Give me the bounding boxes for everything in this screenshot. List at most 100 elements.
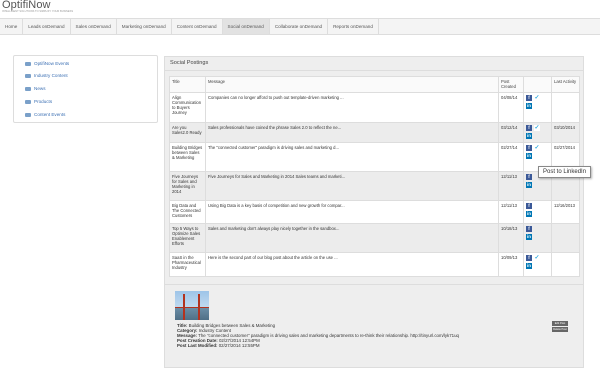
detail-modified-value: 02/27/2014 12:55PM	[218, 343, 260, 348]
sidebar-item-label: Products	[34, 99, 53, 104]
sidebar-item-industry-content[interactable]: Industry Content	[25, 73, 68, 78]
social-postings-panel: Social Postings Title Message Post Creat…	[164, 56, 584, 314]
row-last-activity	[551, 223, 580, 253]
row-message: Sales professionals have coined the phra…	[205, 122, 499, 143]
facebook-icon[interactable]: f	[526, 203, 532, 209]
twitter-icon[interactable]: ✓	[534, 145, 540, 151]
sidebar-item-label: Industry Content	[34, 73, 68, 78]
divider	[165, 70, 583, 71]
linkedin-icon[interactable]: in	[526, 211, 532, 217]
nav-item-marketing-ondemand[interactable]: Marketing onDemand	[117, 19, 172, 34]
row-social-actions: f ✓ in	[523, 122, 552, 143]
col-header-post-created[interactable]: Post Created	[498, 76, 524, 93]
linkedin-icon[interactable]: in	[526, 182, 532, 188]
row-social-actions: f ✓ in	[523, 252, 552, 277]
table-row[interactable]: SaaS in the Pharmaceutical Industry Here …	[169, 252, 580, 277]
row-post-created: 12/11/13	[498, 171, 524, 201]
post-thumbnail	[175, 291, 209, 320]
nav-item-home[interactable]: Home	[0, 19, 24, 34]
facebook-icon[interactable]: f	[526, 226, 532, 232]
row-message: Companies can no longer afford to push o…	[205, 92, 499, 123]
facebook-icon[interactable]: f	[526, 125, 532, 131]
folder-icon	[25, 99, 31, 104]
twitter-icon[interactable]: ✓	[534, 125, 540, 131]
nav-item-leads-ondemand[interactable]: Leads onDemand	[23, 19, 71, 34]
delete-post-button[interactable]: Delete Post	[552, 327, 568, 332]
folder-icon	[25, 61, 31, 66]
row-title: Are you Sales2.0 Ready	[169, 122, 206, 143]
row-last-activity	[551, 92, 580, 123]
row-message: Here is the second part of our blog post…	[205, 252, 499, 277]
table-header-row: Title Message Post Created Last Activity	[169, 76, 580, 93]
row-social-actions: f ✓ in	[523, 92, 552, 123]
col-header-last-activity[interactable]: Last Activity	[551, 76, 580, 93]
col-header-title[interactable]: Title	[169, 76, 206, 93]
table-row[interactable]: Five Journeys for Sales and Marketing in…	[169, 171, 580, 201]
linkedin-icon[interactable]: in	[526, 263, 532, 269]
linkedin-icon[interactable]: in	[526, 234, 532, 240]
sidebar-item-products[interactable]: Products	[25, 99, 52, 104]
row-message: Sales and marketing don't always play ni…	[205, 223, 499, 253]
sidebar-item-optifinow-events[interactable]: OptifiNow Events	[25, 61, 69, 66]
facebook-icon[interactable]: f	[526, 174, 532, 180]
row-post-created: 10/09/13	[498, 252, 524, 277]
row-last-activity: 12/16/2013	[551, 200, 580, 224]
row-title: Five Journeys for Sales and Marketing in…	[169, 171, 206, 201]
nav-item-sales-ondemand[interactable]: Sales onDemand	[71, 19, 117, 34]
table-row[interactable]: Top 5 Ways to Optimize Sales Enablement …	[169, 223, 580, 253]
sidebar-item-label: OptifiNow Events	[34, 61, 70, 66]
folder-icon	[25, 86, 31, 91]
row-social-actions: f in	[523, 200, 552, 224]
row-message: The "connected customer" paradigm is dri…	[205, 142, 499, 172]
row-post-created: 02/27/14	[498, 142, 524, 172]
linkedin-icon[interactable]: in	[526, 153, 532, 159]
table-row[interactable]: Big Data and The Connected Customers Usin…	[169, 200, 580, 224]
row-last-activity: 03/10/2014	[551, 122, 580, 143]
nav-item-reports-ondemand[interactable]: Reports onDemand	[328, 19, 379, 34]
row-post-created: 04/08/14	[498, 92, 524, 123]
brand-logo[interactable]: OptifiNow INTELLIGENT SOLUTIONS TO SIMPL…	[2, 0, 73, 16]
main-nav: Home Leads onDemand Sales onDemand Marketin…	[0, 18, 600, 35]
table-row[interactable]: Are you Sales2.0 Ready Sales professional…	[169, 122, 580, 143]
row-post-created: 03/12/14	[498, 122, 524, 143]
col-header-message[interactable]: Message	[205, 76, 499, 93]
panel-title: Social Postings	[170, 60, 209, 66]
nav-item-social-ondemand[interactable]: Social onDemand	[222, 19, 270, 34]
post-to-linkedin-tooltip: Post to LinkedIn	[538, 166, 592, 178]
row-post-created: 12/11/13	[498, 200, 524, 224]
table-row[interactable]: Align Communication to Buyers Journey Com…	[169, 92, 580, 123]
folder-icon	[25, 73, 31, 78]
facebook-icon[interactable]: f	[526, 255, 532, 261]
sidebar-item-content-events[interactable]: Content Events	[25, 112, 65, 117]
post-details-panel: Title: Building Bridges between Sales & …	[164, 284, 584, 368]
sidebar-item-label: Content Events	[34, 112, 66, 117]
row-message: Using Big Data is a key basis of competi…	[205, 200, 499, 224]
folder-icon	[25, 112, 31, 117]
brand-tagline: INTELLIGENT SOLUTIONS TO SIMPLIFY YOUR B…	[2, 10, 74, 13]
row-social-actions: f in	[523, 223, 552, 253]
col-header-actions	[523, 76, 552, 93]
facebook-icon[interactable]: f	[526, 95, 532, 101]
row-title: Big Data and The Connected Customers	[169, 200, 206, 224]
row-message: Five Journeys for Sales and Marketing in…	[205, 171, 499, 201]
twitter-icon[interactable]: ✓	[534, 255, 540, 261]
linkedin-icon[interactable]: in	[526, 103, 532, 109]
nav-item-collaborate-ondemand[interactable]: Collaborate onDemand	[270, 19, 329, 34]
row-last-activity	[551, 252, 580, 277]
table-row[interactable]: Building Bridges between Sales & Marketi…	[169, 142, 580, 172]
row-title: SaaS in the Pharmaceutical Industry	[169, 252, 206, 277]
nav-item-content-ondemand[interactable]: Content onDemand	[172, 19, 223, 34]
row-title: Align Communication to Buyers Journey	[169, 92, 206, 123]
edit-post-button[interactable]: Edit Post	[552, 321, 568, 326]
row-title: Building Bridges between Sales & Marketi…	[169, 142, 206, 172]
sidebar-item-news[interactable]: News	[25, 86, 46, 91]
sidebar-item-label: News	[34, 86, 46, 91]
row-title: Top 5 Ways to Optimize Sales Enablement …	[169, 223, 206, 253]
row-post-created: 10/18/13	[498, 223, 524, 253]
postings-table: Title Message Post Created Last Activity…	[169, 76, 580, 277]
twitter-icon[interactable]: ✓	[534, 95, 540, 101]
detail-modified: Post Last Modified: 02/27/2014 12:55PM	[177, 343, 260, 348]
linkedin-icon[interactable]: in	[526, 133, 532, 139]
facebook-icon[interactable]: f	[526, 145, 532, 151]
sidebar: OptifiNow Events Industry Content News Prod…	[13, 55, 158, 123]
